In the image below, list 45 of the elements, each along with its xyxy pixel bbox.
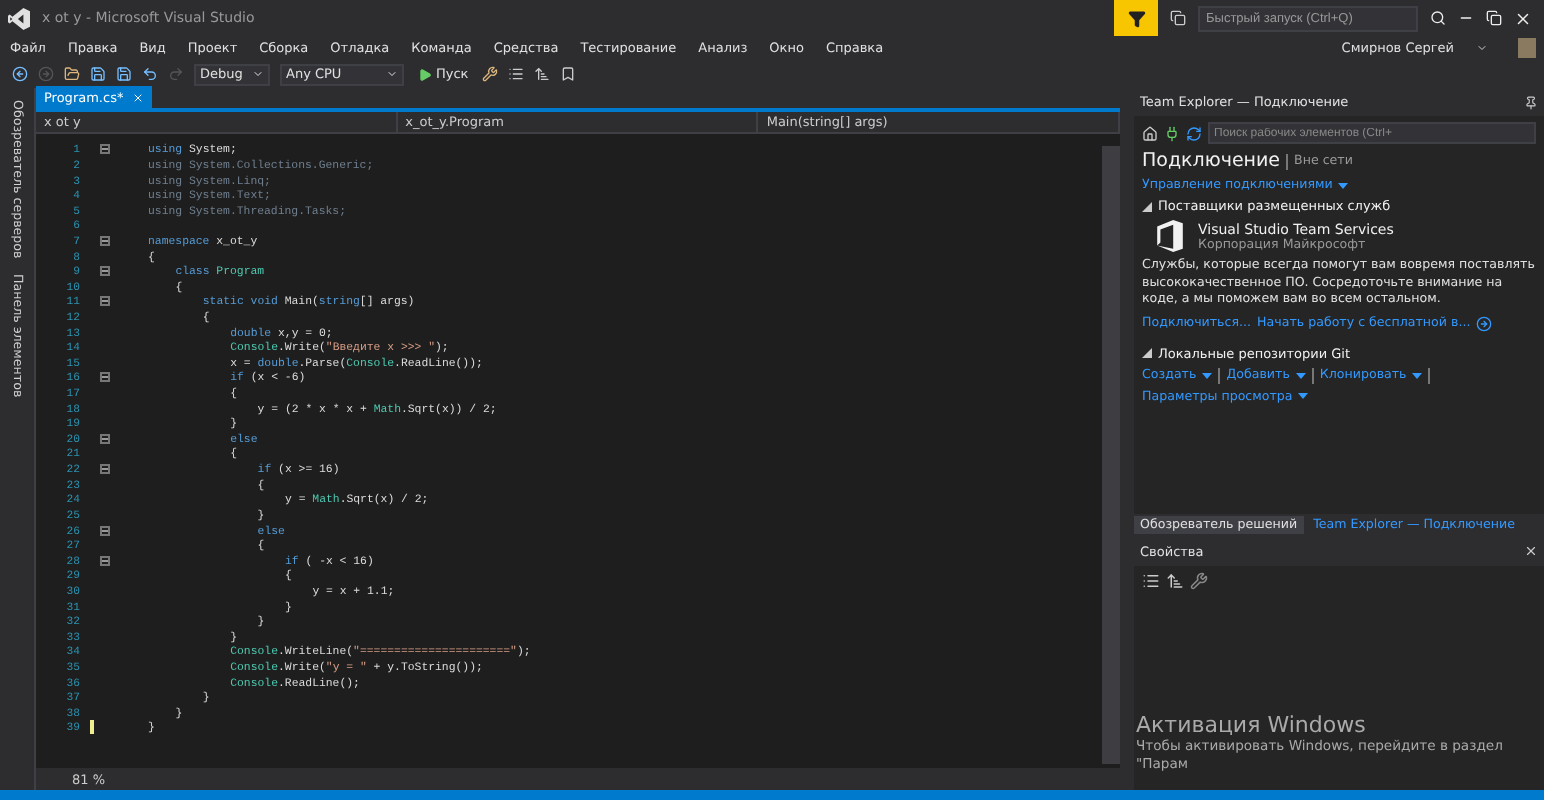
user-avatar-icon <box>1518 38 1536 58</box>
undo-icon[interactable] <box>142 66 158 82</box>
bookmark-icon[interactable] <box>560 66 577 82</box>
expand-icon[interactable] <box>1142 201 1152 211</box>
caret-icon[interactable] <box>386 68 398 80</box>
categorized-icon[interactable] <box>1142 571 1160 590</box>
caret-icon[interactable] <box>1202 371 1213 379</box>
fold-icon[interactable] <box>100 266 110 277</box>
fold-icon[interactable] <box>100 144 110 155</box>
wrench-icon[interactable] <box>482 66 499 82</box>
back-icon[interactable] <box>12 66 28 82</box>
fold-icon[interactable] <box>100 525 110 536</box>
fold-icon[interactable] <box>100 235 110 246</box>
restore-icon[interactable] <box>1486 10 1502 26</box>
fold-icon[interactable] <box>100 372 110 383</box>
open-folder-icon[interactable] <box>64 66 80 82</box>
save-all-icon[interactable] <box>116 66 132 82</box>
alphabetical-icon[interactable] <box>1166 571 1184 590</box>
save-icon[interactable] <box>90 66 106 82</box>
refresh-icon[interactable] <box>1186 125 1202 141</box>
home-icon[interactable] <box>1142 125 1158 141</box>
activation-title: Активация Windows <box>1136 712 1368 738</box>
caret-icon[interactable] <box>252 68 264 80</box>
team-services-logo-icon <box>1154 220 1186 252</box>
visual-studio-logo-icon <box>8 7 30 29</box>
search-icon[interactable] <box>1430 10 1446 26</box>
sort-icon[interactable] <box>534 66 551 82</box>
caret-icon[interactable] <box>1298 392 1309 400</box>
expand-icon[interactable] <box>1142 348 1152 358</box>
play-icon <box>418 67 432 81</box>
list-icon[interactable] <box>508 66 525 82</box>
caret-icon[interactable] <box>1476 42 1488 54</box>
plug-icon[interactable] <box>1164 125 1180 141</box>
close-icon[interactable] <box>1524 544 1538 559</box>
fold-icon[interactable] <box>100 555 110 566</box>
caret-icon[interactable] <box>1295 371 1306 379</box>
fold-icon[interactable] <box>100 433 110 444</box>
wrench-icon[interactable] <box>1190 571 1208 590</box>
fold-icon[interactable] <box>100 464 110 475</box>
caret-icon[interactable] <box>1412 371 1423 379</box>
fold-icon[interactable] <box>100 296 110 307</box>
pin-icon[interactable] <box>1524 95 1538 109</box>
go-icon[interactable] <box>1476 315 1493 331</box>
caret-icon[interactable] <box>1338 181 1349 189</box>
section-heading: Подключение <box>1142 150 1281 172</box>
